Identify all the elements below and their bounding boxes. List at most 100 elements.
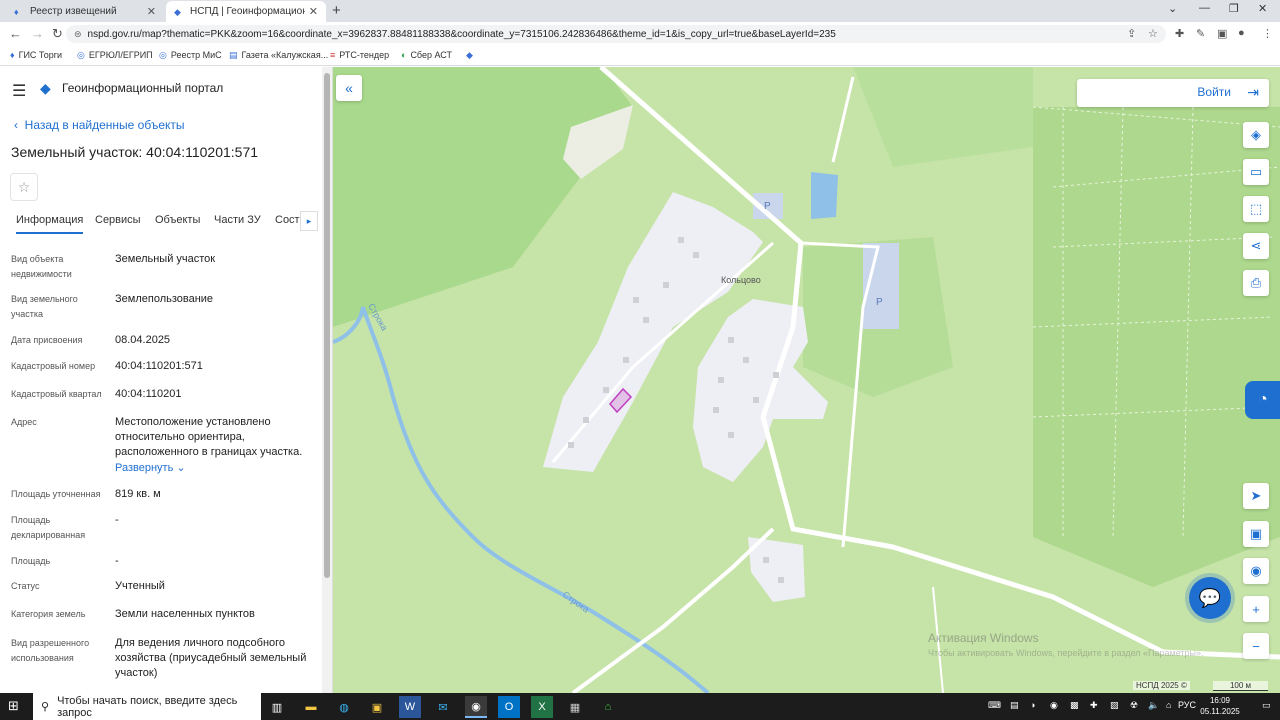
word-icon[interactable]: W bbox=[399, 696, 421, 718]
back-icon[interactable]: ← bbox=[9, 26, 22, 41]
chevron-down-icon: ⌄ bbox=[176, 462, 186, 474]
close-tab-icon[interactable]: ✕ bbox=[309, 5, 318, 18]
task-view-icon[interactable]: ▥ bbox=[266, 696, 288, 718]
taskbar-clock[interactable]: 16:09 05.11.2025 bbox=[1200, 695, 1240, 717]
bookmark-item[interactable]: ♦ ГИС Торги bbox=[10, 50, 62, 60]
tray-app-icon[interactable]: ▤ bbox=[1010, 700, 1019, 711]
speaker-icon[interactable]: 🔈 bbox=[1148, 700, 1159, 711]
browser-tab[interactable]: ♦ Реестр извещений ✕ bbox=[6, 1, 164, 22]
outlook-icon[interactable]: O bbox=[498, 696, 520, 718]
minimize-icon[interactable]: — bbox=[1199, 2, 1210, 14]
feedback-tab-button[interactable]: ◔ bbox=[1245, 381, 1280, 419]
bookmark-item[interactable]: ◎ ЕГРЮЛ/ЕГРИП bbox=[77, 50, 153, 61]
bookmark-item[interactable]: ◆ bbox=[466, 50, 477, 61]
favorite-star-icon[interactable]: ☆ bbox=[10, 173, 38, 201]
chrome-icon[interactable]: ◉ bbox=[465, 696, 487, 718]
tray-app-icon[interactable]: ▨ bbox=[1110, 700, 1119, 711]
chat-button[interactable]: 💬 bbox=[1189, 577, 1231, 619]
tray-app-icon[interactable]: ◑ bbox=[1030, 700, 1035, 710]
menu-dots-icon[interactable]: ⋮ bbox=[1262, 27, 1273, 40]
notifications-icon[interactable]: ▭ bbox=[1262, 700, 1271, 711]
expand-address-link[interactable]: Развернуть ⌄ bbox=[115, 461, 315, 476]
url-text: nspd.gov.ru/map?thematic=PKK&zoom=16&coo… bbox=[87, 28, 836, 40]
file-explorer-icon[interactable]: ▬ bbox=[300, 696, 322, 718]
navigation-arrow-icon: ➤ bbox=[1250, 488, 1262, 503]
pen-icon[interactable]: ✎ bbox=[1196, 27, 1205, 40]
property-value: Местоположение установлено относительно … bbox=[115, 416, 303, 458]
url-field[interactable]: ⊜ nspd.gov.ru/map?thematic=PKK&zoom=16&c… bbox=[66, 25, 1166, 43]
pond bbox=[811, 172, 838, 219]
forward-icon[interactable]: → bbox=[31, 26, 44, 41]
profile-icon[interactable]: ● bbox=[1238, 27, 1245, 39]
layers-button[interactable]: ◈ bbox=[1243, 122, 1269, 148]
bookmark-item[interactable]: ▤ Газета «Калужская... bbox=[229, 50, 328, 61]
back-to-results-link[interactable]: ‹ Назад в найденные объекты bbox=[14, 118, 185, 132]
taskbar-search[interactable]: ⚲ Чтобы начать поиск, введите здесь запр… bbox=[33, 693, 261, 720]
print-button[interactable]: ⎙ bbox=[1243, 270, 1269, 296]
calculator-icon[interactable]: ▦ bbox=[564, 696, 586, 718]
locate-button[interactable]: ➤ bbox=[1243, 483, 1269, 509]
geolocation-button[interactable]: ◉ bbox=[1243, 558, 1269, 584]
property-value: Для ведения личного подсобного хозяйства… bbox=[115, 637, 307, 679]
tab-parts[interactable]: Части ЗУ bbox=[214, 214, 261, 226]
bookmark-label: ЕГРЮЛ/ЕГРИП bbox=[88, 50, 153, 60]
map-canvas[interactable]: Кольцово Строка Строка P P « Войти ⇥ ◈ ▭… bbox=[333, 67, 1280, 693]
tray-app-icon[interactable]: ☢ bbox=[1130, 700, 1138, 711]
tray-app-icon[interactable]: ◉ bbox=[1050, 700, 1058, 711]
sidebar-icon[interactable]: ▣ bbox=[1217, 27, 1227, 40]
language-indicator[interactable]: РУС bbox=[1178, 700, 1196, 710]
clock-date: 05.11.2025 bbox=[1200, 707, 1240, 716]
reload-icon[interactable]: ↻ bbox=[52, 26, 63, 42]
network-icon[interactable]: ⌂ bbox=[1166, 700, 1171, 710]
new-tab-icon[interactable]: + bbox=[332, 2, 341, 19]
property-value: Землепользование bbox=[115, 293, 214, 305]
zoom-out-button[interactable]: − bbox=[1243, 633, 1269, 659]
collapse-panel-button[interactable]: « bbox=[336, 75, 362, 101]
property-label: Адрес bbox=[11, 417, 37, 427]
windows-start-icon[interactable]: ⊞ bbox=[8, 698, 19, 714]
share-icon[interactable]: ⇪ bbox=[1127, 27, 1136, 40]
bookmark-item[interactable]: ◎ Реестр МиС bbox=[159, 50, 222, 61]
excel-icon[interactable]: X bbox=[531, 696, 553, 718]
search-placeholder: Чтобы начать поиск, введите здесь запрос bbox=[57, 694, 238, 719]
app-title: Геоинформационный портал bbox=[62, 81, 224, 95]
ruler-icon: ▭ bbox=[1249, 164, 1263, 179]
tab-information[interactable]: Информация bbox=[16, 214, 84, 234]
select-area-button[interactable]: ⬚ bbox=[1243, 196, 1269, 222]
property-label: Вид объекта недвижимости bbox=[11, 254, 72, 279]
restore-icon[interactable]: ❐ bbox=[1229, 2, 1239, 15]
print-icon: ⎙ bbox=[1250, 275, 1262, 290]
measure-button[interactable]: ▭ bbox=[1243, 159, 1269, 185]
tray-app-icon[interactable]: ▩ bbox=[1070, 700, 1079, 711]
tab-list-icon[interactable]: ⌄ bbox=[1168, 2, 1177, 15]
bookmark-icon: ◆ bbox=[466, 50, 473, 60]
close-window-icon[interactable]: ✕ bbox=[1258, 2, 1267, 15]
tab-objects[interactable]: Объекты bbox=[155, 214, 200, 226]
minimap-button[interactable]: ▣ bbox=[1243, 521, 1269, 547]
scrollbar-thumb[interactable] bbox=[324, 73, 330, 578]
bookmark-item[interactable]: ◐ Сбер АСТ bbox=[401, 50, 452, 60]
panel-scrollbar[interactable] bbox=[322, 67, 332, 693]
keyboard-icon[interactable]: ⌨ bbox=[988, 700, 1001, 711]
property-value: Земли населенных пунктов bbox=[115, 608, 255, 620]
tray-app-icon[interactable]: ✚ bbox=[1090, 700, 1098, 711]
close-tab-icon[interactable]: ✕ bbox=[147, 5, 156, 18]
home-app-icon[interactable]: ⌂ bbox=[597, 696, 619, 718]
bookmark-label: ГИС Торги bbox=[18, 50, 63, 60]
login-button[interactable]: Войти ⇥ bbox=[1077, 79, 1269, 107]
tabs-scroll-right-icon[interactable]: ▸ bbox=[300, 211, 318, 231]
bookmark-item[interactable]: ≡ РТС-тендер bbox=[330, 50, 389, 60]
mail-icon[interactable]: ✉ bbox=[432, 696, 454, 718]
bookmark-star-icon[interactable]: ☆ bbox=[1148, 27, 1158, 40]
site-info-icon[interactable]: ⊜ bbox=[74, 29, 82, 40]
property-value: 08.04.2025 bbox=[115, 334, 171, 346]
share-button[interactable]: ⋖ bbox=[1243, 233, 1269, 259]
tab-services[interactable]: Сервисы bbox=[95, 214, 141, 226]
road bbox=[831, 76, 855, 163]
browser-tab-active[interactable]: ◆ НСПД | Геоинформационный п ✕ bbox=[166, 1, 326, 22]
edge-icon[interactable]: ◍ bbox=[333, 696, 355, 718]
store-icon[interactable]: ▣ bbox=[366, 696, 388, 718]
menu-icon[interactable]: ☰ bbox=[12, 81, 26, 101]
zoom-in-button[interactable]: + bbox=[1243, 596, 1269, 622]
extensions-icon[interactable]: ✚ bbox=[1175, 27, 1184, 40]
